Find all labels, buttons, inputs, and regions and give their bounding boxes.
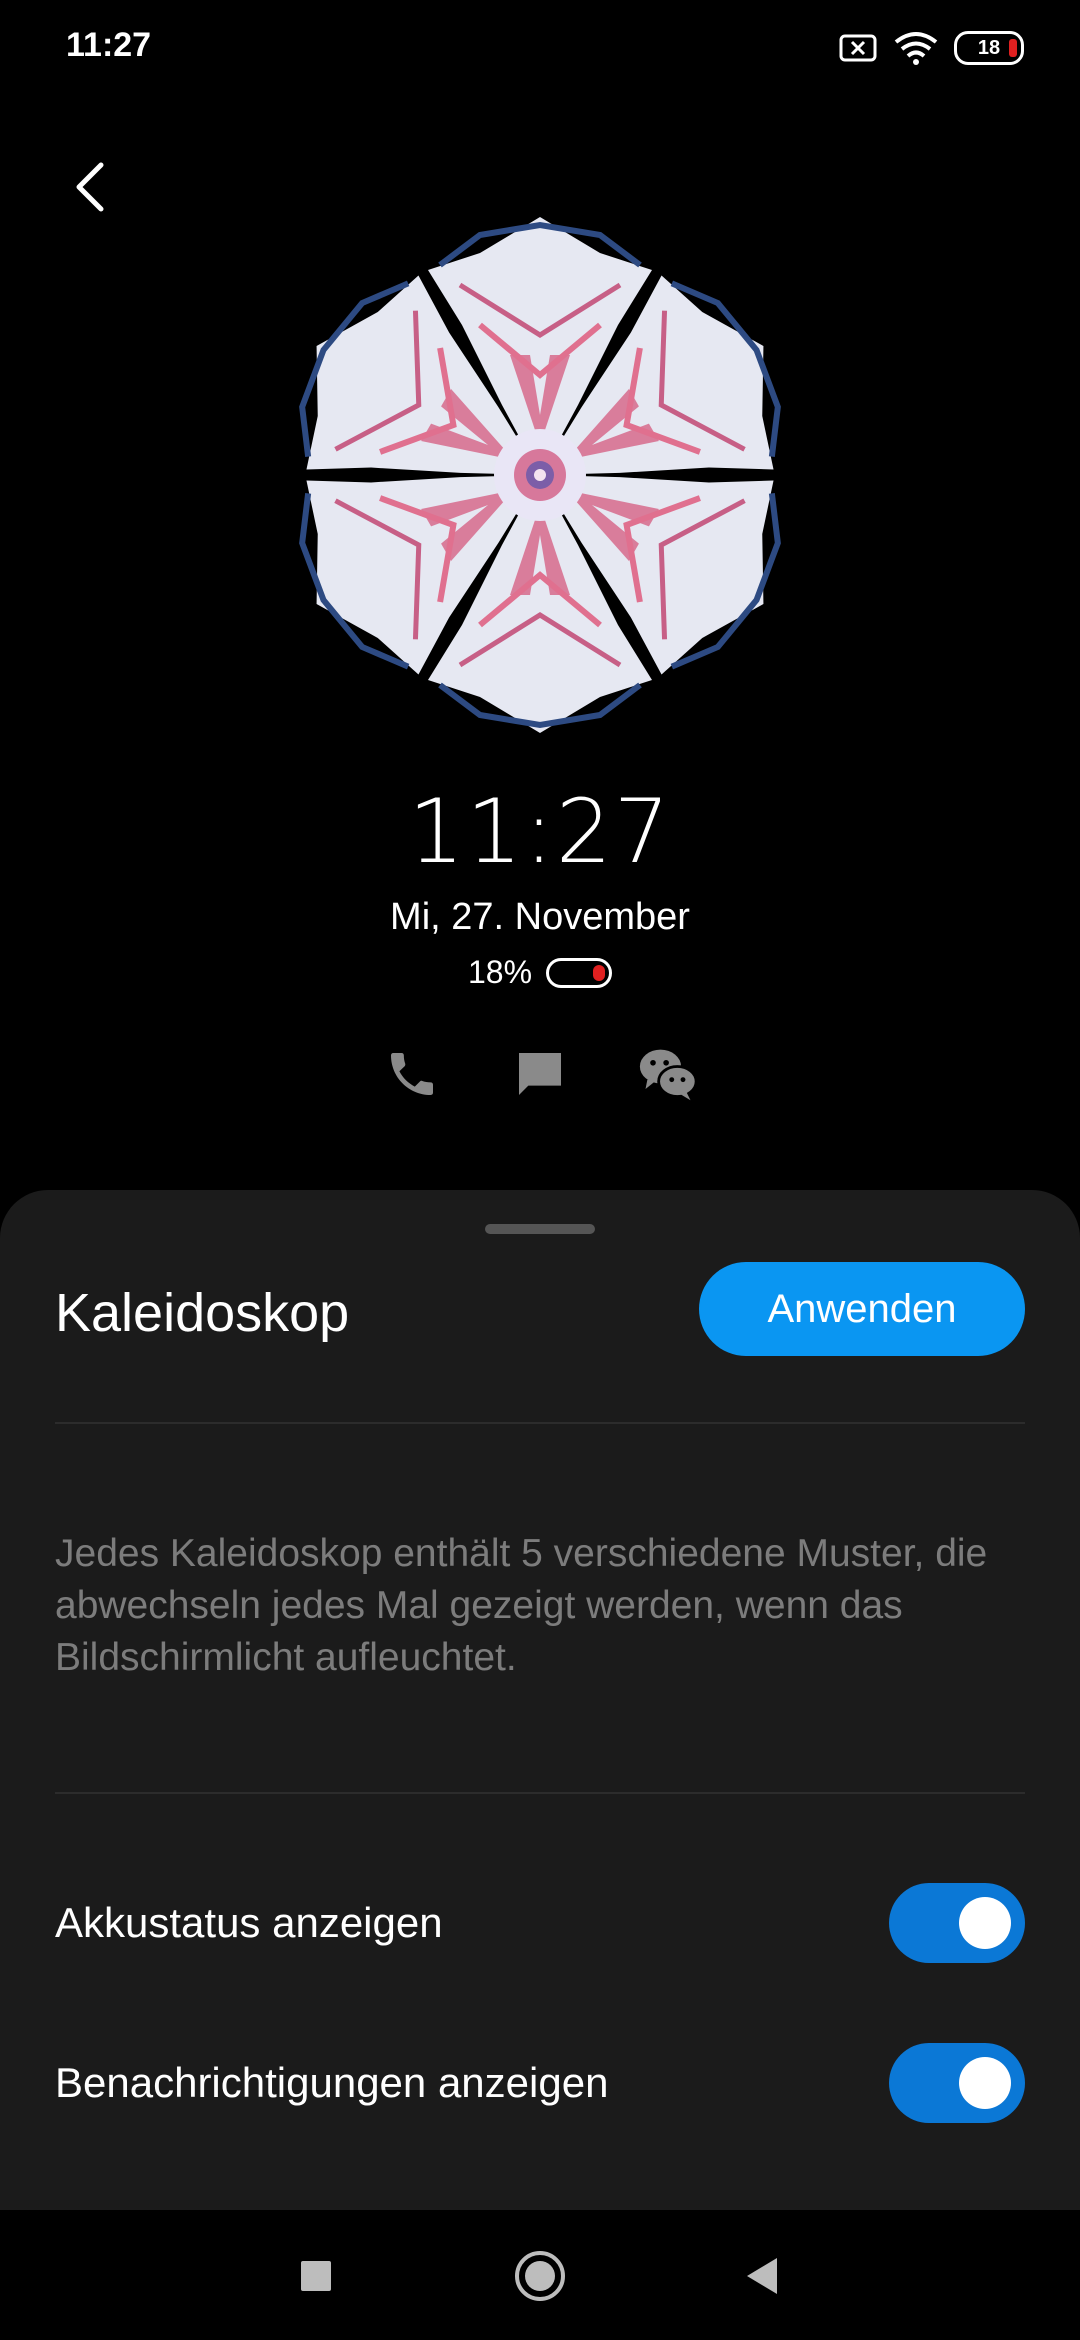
settings-sheet: Kaleidoskop Anwenden Jedes Kaleidoskop e… [0,1190,1080,2210]
battery-level: 18 [977,36,1001,59]
navigation-bar [0,2210,1080,2340]
battery-status-icon: 18 [954,31,1024,65]
home-circle-icon [515,2251,565,2301]
preview-battery-percent: 18% [467,954,533,990]
description-text: Jedes Kaleidoskop enthält 5 verschiedene… [55,1532,988,1679]
sheet-drag-handle[interactable] [485,1224,595,1234]
message-icon [510,1044,570,1104]
back-button[interactable] [62,152,118,222]
screen: 11:27 18 11:27 Mi, 27. November 18% Kale… [0,0,1080,2340]
status-icons: 18 [838,28,1024,68]
back-triangle-icon [747,2258,777,2294]
sheet-title: Kaleidoskop [55,1283,350,1343]
preview-battery: 18% [0,954,1080,991]
preview-clock: 11:27 [408,780,672,883]
setting-row-battery-status[interactable]: Akkustatus anzeigen [55,1878,1025,1968]
setting-row-notifications[interactable]: Benachrichtigungen anzeigen [55,2038,1025,2128]
recents-button[interactable] [284,2244,348,2308]
preview-notification-icons [0,1044,1080,1104]
notifications-toggle[interactable] [889,2043,1025,2123]
battery-icon [546,957,613,988]
setting-label: Benachrichtigungen anzeigen [55,2059,609,2106]
preview-date: Mi, 27. November [390,896,690,938]
status-bar: 11:27 18 [0,0,1080,100]
status-time: 11:27 [66,26,152,64]
battery-status-toggle[interactable] [889,1883,1025,1963]
wifi-icon [894,32,938,65]
apply-button[interactable]: Anwenden [699,1262,1025,1356]
kaleidoscope-preview-image [298,210,782,740]
wechat-icon [638,1044,698,1104]
chevron-left-icon [76,162,104,212]
divider [55,1792,1025,1794]
recents-square-icon [301,2261,331,2291]
no-sim-icon [839,34,877,62]
nav-back-button[interactable] [730,2244,794,2308]
divider [55,1422,1025,1424]
phone-icon [382,1044,442,1104]
home-button[interactable] [508,2244,572,2308]
setting-label: Akkustatus anzeigen [55,1899,443,1946]
